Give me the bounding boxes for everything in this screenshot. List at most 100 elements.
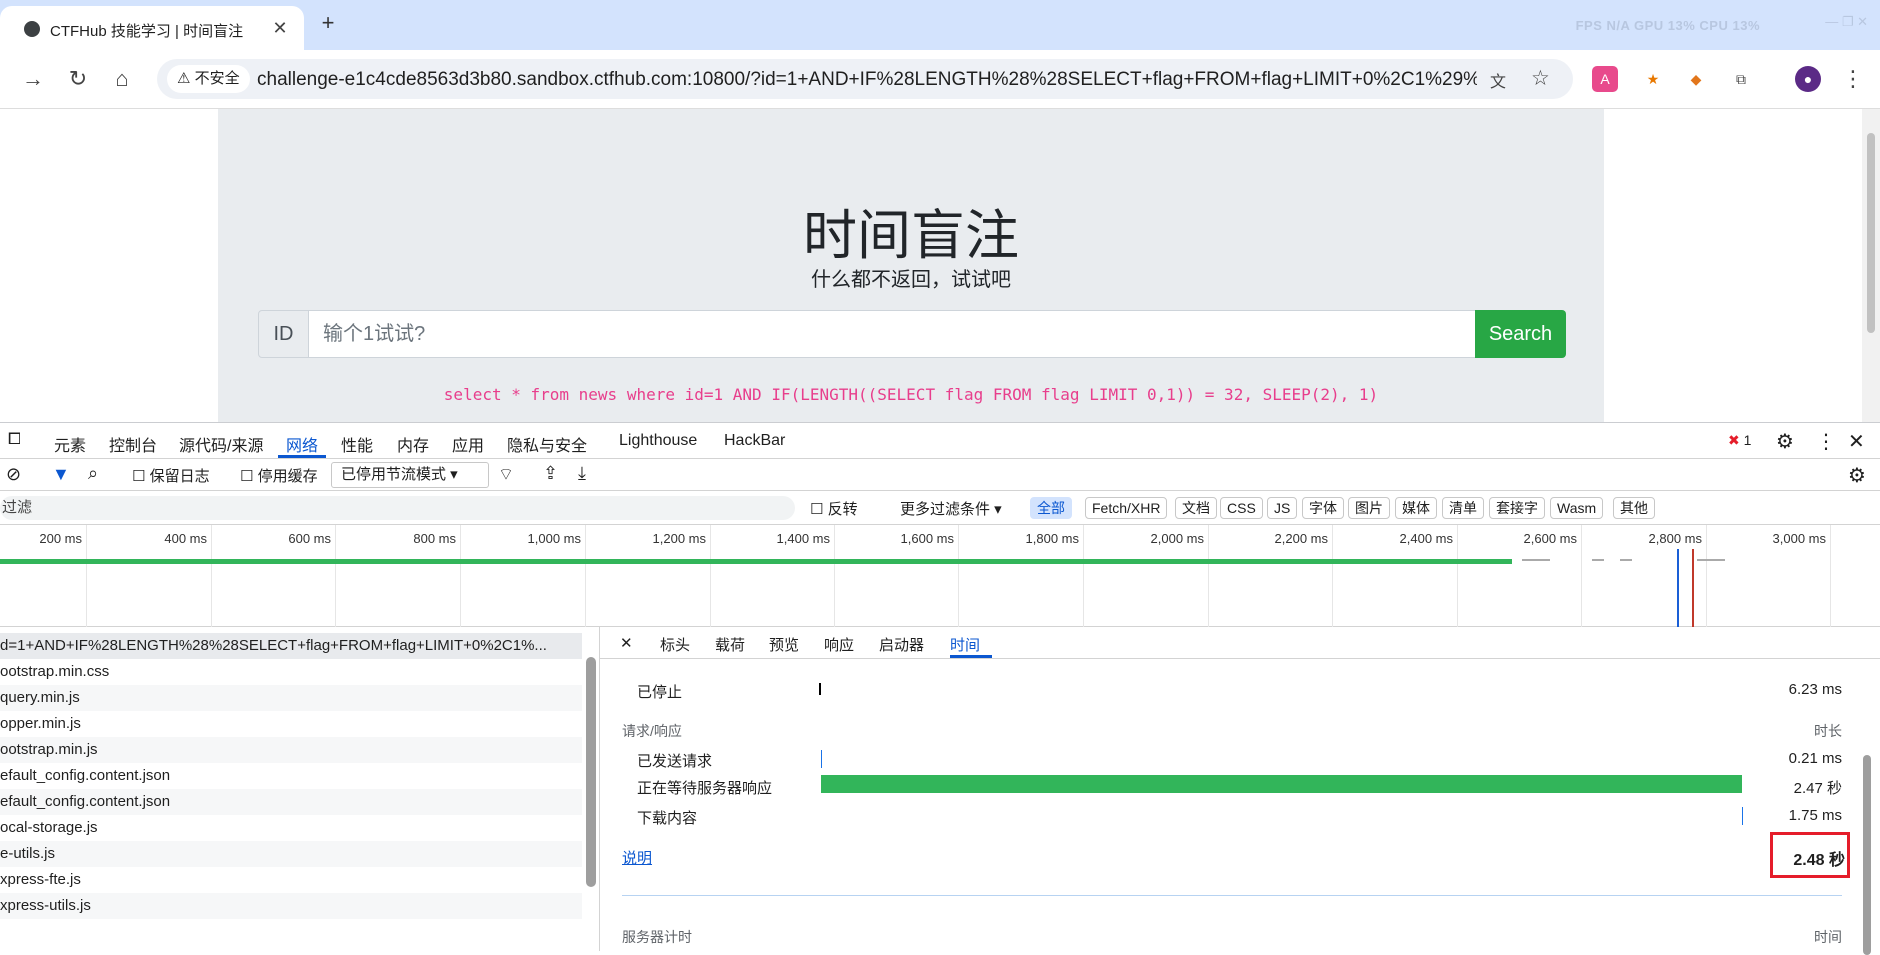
network-overview[interactable]: 200 ms 400 ms 600 ms 800 ms 1,000 ms 1,2…: [0, 525, 1880, 627]
tab-application[interactable]: 应用: [452, 432, 484, 456]
filter-chip-manifest[interactable]: 清单: [1442, 497, 1484, 519]
bookmark-star-icon[interactable]: ☆: [1531, 66, 1550, 91]
import-har-icon[interactable]: ⇪: [543, 463, 558, 484]
filter-chip-fetch[interactable]: Fetch/XHR: [1085, 497, 1168, 519]
new-tab-button[interactable]: +: [316, 11, 340, 35]
export-har-icon[interactable]: ⤓: [578, 463, 586, 484]
tab-elements[interactable]: 元素: [54, 432, 86, 456]
filter-funnel-icon[interactable]: ▼: [52, 464, 70, 485]
page-scroll-thumb[interactable]: [1867, 133, 1875, 333]
tab-headers[interactable]: 标头: [660, 634, 690, 655]
filter-chip-all[interactable]: 全部: [1030, 497, 1072, 519]
more-filters-dropdown[interactable]: 更多过滤条件 ▾: [900, 498, 1002, 519]
network-conditions-icon[interactable]: ⌔: [498, 464, 514, 485]
tab-payload[interactable]: 载荷: [715, 634, 745, 655]
throttle-value: 已停用节流模式: [341, 466, 447, 483]
timing-scroll-thumb[interactable]: [1863, 755, 1871, 955]
menu-icon[interactable]: ⋮: [1838, 64, 1868, 94]
request-row[interactable]: e-utils.js: [0, 841, 582, 867]
filter-chip-other[interactable]: 其他: [1613, 497, 1655, 519]
reload-button[interactable]: ↻: [63, 64, 93, 94]
request-row[interactable]: xpress-fte.js: [0, 867, 582, 893]
extension-icon-2[interactable]: ★: [1640, 66, 1666, 92]
tab-response[interactable]: 响应: [824, 634, 854, 655]
search-icon[interactable]: ⌕: [88, 463, 98, 484]
tick-label: 600 ms: [288, 531, 331, 546]
tab-network[interactable]: 网络: [286, 432, 318, 456]
request-row[interactable]: ootstrap.min.css: [0, 659, 582, 685]
explanation-link[interactable]: 说明: [622, 847, 652, 868]
filter-chip-font[interactable]: 字体: [1302, 497, 1344, 519]
filter-input[interactable]: 过滤: [0, 496, 795, 520]
tab-sources[interactable]: 源代码/来源: [179, 432, 263, 456]
settings-gear-icon[interactable]: ⚙: [1776, 429, 1794, 454]
request-row[interactable]: opper.min.js: [0, 711, 582, 737]
id-input[interactable]: 输个1试试?: [308, 310, 1493, 358]
tab-privacy[interactable]: 隐私与安全: [507, 432, 587, 456]
translate-icon[interactable]: 文: [1487, 68, 1509, 91]
extensions-puzzle-icon[interactable]: ⧉: [1728, 66, 1754, 92]
profile-avatar[interactable]: ●: [1795, 66, 1821, 92]
close-devtools-icon[interactable]: ✕: [1848, 429, 1865, 454]
grid-line: [710, 525, 711, 627]
tab-memory[interactable]: 内存: [397, 432, 429, 456]
tab-initiator[interactable]: 启动器: [879, 634, 924, 655]
request-row[interactable]: query.min.js: [0, 685, 582, 711]
tab-console[interactable]: 控制台: [109, 432, 157, 456]
timing-scrollbar[interactable]: [1860, 663, 1874, 955]
request-row[interactable]: xpress-utils.js: [0, 893, 582, 919]
close-detail-icon[interactable]: ✕: [620, 634, 633, 652]
tab-lighthouse[interactable]: Lighthouse: [619, 432, 697, 450]
load-marker: [1692, 549, 1694, 627]
request-list-scrollbar[interactable]: [586, 633, 596, 951]
search-button[interactable]: Search: [1475, 310, 1566, 358]
extension-icon-1[interactable]: A: [1592, 66, 1618, 92]
url-text[interactable]: challenge-e1c4cde8563d3b80.sandbox.ctfhu…: [257, 69, 1477, 91]
filter-chip-img[interactable]: 图片: [1348, 497, 1390, 519]
tick-label: 2,200 ms: [1274, 531, 1328, 546]
grid-line: [460, 525, 461, 627]
filter-chip-socket[interactable]: 套接字: [1489, 497, 1545, 519]
tab-timing[interactable]: 时间: [950, 634, 980, 655]
disable-cache-checkbox[interactable]: ☐ 停用缓存: [240, 465, 318, 486]
device-toggle-icon[interactable]: ⧠: [8, 431, 21, 449]
page-scrollbar[interactable]: [1862, 109, 1880, 423]
network-settings-icon[interactable]: ⚙: [1848, 463, 1866, 488]
grid-line: [834, 525, 835, 627]
error-badge[interactable]: ✖ 1: [1728, 432, 1751, 449]
request-row[interactable]: efault_config.content.json: [0, 763, 582, 789]
request-row[interactable]: ootstrap.min.js: [0, 737, 582, 763]
browser-tab[interactable]: CTFHub 技能学习 | 时间盲注 ✕: [0, 6, 304, 50]
filter-chip-media[interactable]: 媒体: [1395, 497, 1437, 519]
total-value: 2.48 秒: [1793, 852, 1845, 869]
preserve-log-checkbox[interactable]: ☐ 保留日志: [132, 465, 210, 486]
request-row[interactable]: ocal-storage.js: [0, 815, 582, 841]
window-controls[interactable]: — ❐ ✕: [1825, 14, 1868, 30]
address-bar[interactable]: ⚠ 不安全 challenge-e1c4cde8563d3b80.sandbox…: [157, 59, 1573, 99]
throttle-select[interactable]: 已停用节流模式 ▾: [331, 462, 489, 488]
more-options-icon[interactable]: ⋮: [1816, 429, 1836, 454]
filter-chip-css[interactable]: CSS: [1220, 497, 1263, 519]
invert-checkbox[interactable]: ☐ 反转: [810, 498, 858, 519]
filter-chip-doc[interactable]: 文档: [1175, 497, 1217, 519]
disable-cache-label: 停用缓存: [257, 468, 318, 485]
insecure-chip[interactable]: ⚠ 不安全: [167, 65, 250, 93]
stalled-label: 已停止: [637, 684, 683, 701]
time-header: 时间: [1814, 929, 1842, 945]
filter-chip-js[interactable]: JS: [1267, 497, 1298, 519]
grid-line: [1706, 525, 1707, 627]
clear-icon[interactable]: ⊘: [6, 464, 21, 485]
metamask-icon[interactable]: ◆: [1683, 66, 1709, 92]
tab-performance[interactable]: 性能: [341, 432, 373, 456]
error-count: 1: [1743, 432, 1752, 448]
request-row[interactable]: d=1+AND+IF%28LENGTH%28%28SELECT+flag+FRO…: [0, 633, 582, 659]
tab-preview[interactable]: 预览: [769, 634, 799, 655]
close-tab-icon[interactable]: ✕: [268, 16, 292, 40]
request-list-scroll-thumb[interactable]: [586, 657, 596, 887]
filter-chip-wasm[interactable]: Wasm: [1550, 497, 1604, 519]
request-row[interactable]: efault_config.content.json: [0, 789, 582, 815]
grid-line: [958, 525, 959, 627]
home-button[interactable]: ⌂: [107, 64, 137, 94]
forward-button[interactable]: →: [18, 64, 48, 94]
tab-hackbar[interactable]: HackBar: [724, 432, 785, 450]
